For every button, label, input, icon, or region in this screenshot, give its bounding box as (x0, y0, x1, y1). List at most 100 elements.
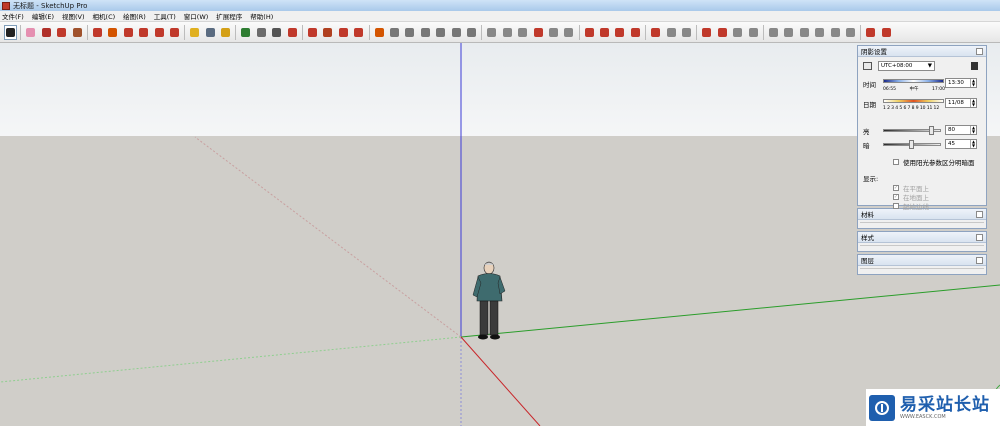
select-icon (6, 27, 15, 37)
expand-panel-icon[interactable] (971, 62, 978, 70)
front-view-button[interactable] (419, 25, 432, 40)
layout-button[interactable] (337, 25, 350, 40)
textured-button[interactable] (547, 25, 560, 40)
paint-bucket-button[interactable] (219, 25, 232, 40)
spin-arrows-icon[interactable]: ▲ ▼ (970, 126, 976, 134)
follow-me-button[interactable] (106, 25, 119, 40)
iso-view-button[interactable] (388, 25, 401, 40)
outer-shell-button[interactable] (813, 25, 826, 40)
date-input[interactable]: 11/08 ▲ ▼ (945, 98, 977, 108)
pan-button[interactable] (255, 25, 268, 40)
component-button[interactable] (716, 25, 729, 40)
dark-input[interactable]: 45 ▲ ▼ (945, 139, 977, 149)
styles-panel-header[interactable]: 样式 (858, 232, 986, 243)
zoom-extents-button[interactable] (286, 25, 299, 40)
solid-subtract-button[interactable] (767, 25, 780, 40)
panel-close-icon[interactable] (976, 233, 983, 241)
menu-help[interactable]: 帮助(H) (250, 11, 273, 21)
light-slider-thumb[interactable] (929, 126, 934, 135)
sandbox-icon (354, 27, 364, 37)
orbit-button[interactable] (239, 25, 252, 40)
shape-button[interactable] (71, 25, 84, 40)
menu-file[interactable]: 文件(F) (2, 11, 24, 21)
hidden-line-button[interactable] (516, 25, 529, 40)
right-view-button[interactable] (434, 25, 447, 40)
eraser-button[interactable] (24, 25, 37, 40)
panel-close-icon[interactable] (976, 256, 983, 264)
from-edges-checkbox[interactable] (893, 203, 899, 209)
position-camera-button[interactable] (613, 25, 626, 40)
arc-button[interactable] (55, 25, 68, 40)
solid-trim-button[interactable] (782, 25, 795, 40)
time-input[interactable]: 13:30 ▲ ▼ (945, 78, 977, 88)
dimension-icon (651, 27, 661, 37)
extension-button[interactable] (321, 25, 334, 40)
fog-button[interactable] (844, 25, 857, 40)
left-view-icon (466, 27, 476, 37)
timezone-select[interactable]: UTC+08:00 ▼ (878, 61, 935, 71)
menu-window[interactable]: 窗口(W) (184, 11, 209, 21)
stamp-button[interactable] (700, 25, 713, 40)
scale-button[interactable] (153, 25, 166, 40)
wireframe-button[interactable] (501, 25, 514, 40)
light-input[interactable]: 80 ▲ ▼ (945, 125, 977, 135)
panel-close-icon[interactable] (976, 210, 983, 218)
panel-close-icon[interactable] (976, 47, 983, 55)
menu-edit[interactable]: 编辑(E) (32, 11, 54, 21)
shadow-toggle-icon[interactable] (863, 62, 872, 70)
time-end: 17:00 (932, 86, 945, 92)
warehouse-button[interactable] (306, 25, 319, 40)
xray-button[interactable] (485, 25, 498, 40)
shadow-panel-header[interactable]: 阴影设置 (858, 46, 986, 57)
text-button[interactable] (204, 25, 217, 40)
light-label: 亮 (863, 128, 870, 136)
spin-arrows-icon[interactable]: ▲ ▼ (970, 99, 976, 107)
time-noon: 中午 (909, 87, 919, 92)
menu-extensions[interactable]: 扩展程序 (216, 11, 242, 21)
add-location-button[interactable] (880, 25, 893, 40)
monochrome-button[interactable] (562, 25, 575, 40)
left-view-button[interactable] (465, 25, 478, 40)
select-button[interactable] (4, 24, 17, 40)
xray-icon (487, 27, 497, 37)
menu-camera[interactable]: 相机(C) (93, 11, 116, 21)
pencil-button[interactable] (40, 25, 53, 40)
group-button[interactable] (731, 25, 744, 40)
dimension-button[interactable] (649, 25, 662, 40)
shadows-button[interactable] (864, 25, 877, 40)
tape-measure-button[interactable] (188, 25, 201, 40)
top-view-button[interactable] (403, 25, 416, 40)
intersect-button[interactable] (798, 25, 811, 40)
on-ground-checkbox[interactable]: ✓ (893, 194, 899, 200)
3d-text-button[interactable] (680, 25, 693, 40)
split-button[interactable] (829, 25, 842, 40)
spin-arrows-icon[interactable]: ▲ ▼ (970, 140, 976, 148)
axes-button[interactable] (629, 25, 642, 40)
zoom-button[interactable] (270, 25, 283, 40)
sandbox-button[interactable] (352, 25, 365, 40)
rotate-button[interactable] (137, 25, 150, 40)
shadow-settings-panel: 阴影设置 UTC+08:00 ▼ 时间 06:55 中午 17:00 13:30… (857, 45, 987, 211)
back-view-button[interactable] (450, 25, 463, 40)
protractor-button[interactable] (665, 25, 678, 40)
solid-union-button[interactable] (747, 25, 760, 40)
on-faces-checkbox[interactable]: ✓ (893, 185, 899, 191)
walk-button[interactable] (583, 25, 596, 40)
spin-arrows-icon[interactable]: ▲ ▼ (970, 79, 976, 87)
offset-button[interactable] (168, 25, 181, 40)
menu-tools[interactable]: 工具(T) (154, 11, 176, 21)
section-button[interactable] (373, 25, 386, 40)
move-button[interactable] (122, 25, 135, 40)
menu-draw[interactable]: 绘图(R) (123, 11, 146, 21)
date-slider[interactable] (883, 99, 944, 103)
push-pull-button[interactable] (91, 25, 104, 40)
shaded-button[interactable] (532, 25, 545, 40)
dark-slider-thumb[interactable] (909, 140, 914, 149)
look-around-button[interactable] (598, 25, 611, 40)
sun-shading-checkbox[interactable] (893, 159, 899, 165)
person-figure[interactable] (470, 261, 510, 341)
time-slider[interactable] (883, 79, 944, 83)
layers-panel-header[interactable]: 图层 (858, 255, 986, 266)
model-viewport[interactable] (0, 43, 1000, 426)
menu-view[interactable]: 视图(V) (62, 11, 85, 21)
